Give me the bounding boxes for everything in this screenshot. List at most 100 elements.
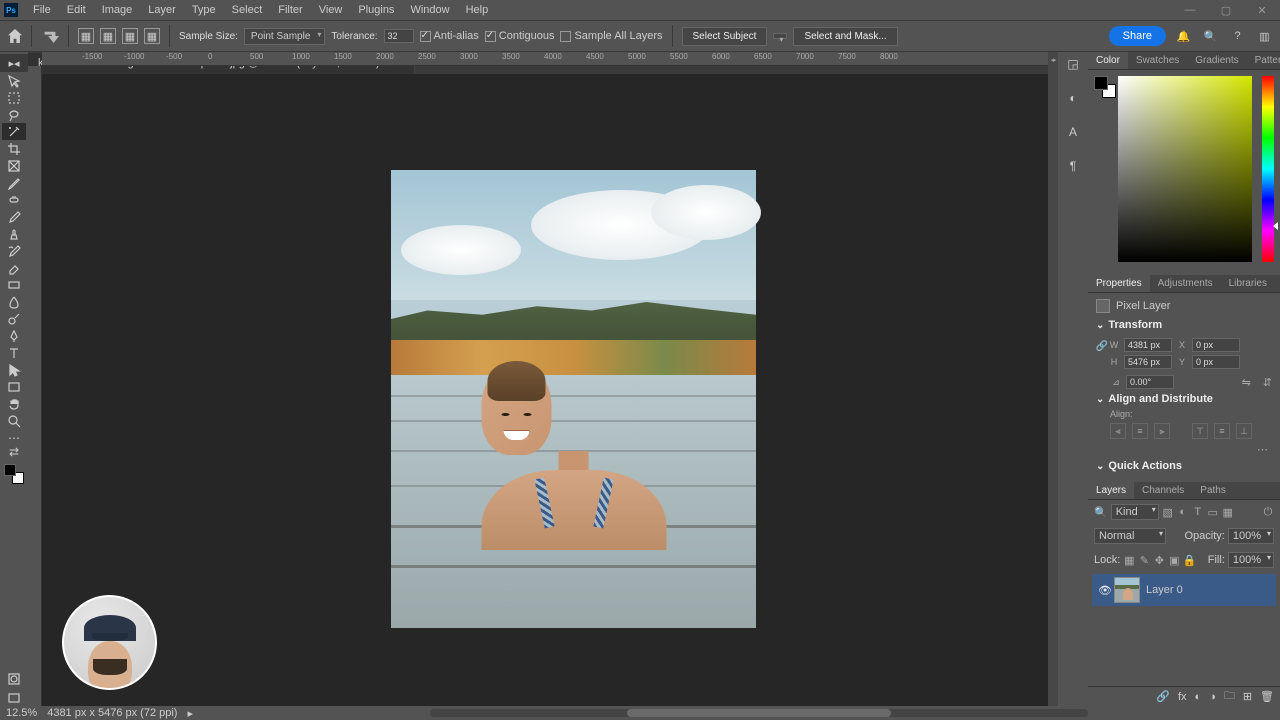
subtract-selection-icon[interactable]: ▦ bbox=[122, 28, 138, 44]
align-right-icon[interactable]: ⫸ bbox=[1154, 423, 1170, 439]
workspace-icon[interactable]: ▥ bbox=[1257, 29, 1272, 44]
history-brush-tool[interactable] bbox=[2, 242, 26, 259]
layer-thumbnail[interactable] bbox=[1114, 577, 1140, 603]
minimize-button[interactable]: — bbox=[1172, 0, 1208, 20]
tab-adjustments[interactable]: Adjustments bbox=[1150, 275, 1221, 292]
filter-pixel-icon[interactable]: ▧ bbox=[1162, 506, 1174, 518]
filter-adjust-icon[interactable]: ◐ bbox=[1177, 506, 1189, 518]
magic-wand-tool[interactable] bbox=[2, 123, 26, 140]
quick-mask-icon[interactable] bbox=[2, 670, 26, 687]
menu-plugins[interactable]: Plugins bbox=[351, 2, 401, 18]
menu-file[interactable]: File bbox=[26, 2, 58, 18]
canvas-area[interactable]: krisztian-toth-bAWgZ-mnHa8-unsplash.jpg … bbox=[28, 52, 1048, 706]
tab-patterns[interactable]: Patterns bbox=[1247, 52, 1280, 69]
link-layers-icon[interactable]: 🔗 bbox=[1156, 690, 1170, 703]
blur-tool[interactable] bbox=[2, 293, 26, 310]
tab-paths[interactable]: Paths bbox=[1192, 482, 1234, 499]
tab-swatches[interactable]: Swatches bbox=[1128, 52, 1187, 69]
fill-input[interactable]: 100% bbox=[1228, 552, 1274, 568]
color-picker-field[interactable] bbox=[1118, 76, 1252, 262]
menu-layer[interactable]: Layer bbox=[141, 2, 183, 18]
lock-pixels-icon[interactable]: ✎ bbox=[1138, 554, 1150, 566]
maximize-button[interactable]: ▢ bbox=[1208, 0, 1244, 20]
select-subject-button[interactable]: Select Subject bbox=[682, 27, 768, 46]
sample-size-dropdown[interactable]: Point Sample bbox=[244, 28, 325, 45]
eyedropper-tool[interactable] bbox=[2, 174, 26, 191]
tab-gradients[interactable]: Gradients bbox=[1187, 52, 1246, 69]
delete-layer-icon[interactable]: 🗑 bbox=[1260, 690, 1274, 703]
tab-properties[interactable]: Properties bbox=[1088, 275, 1150, 292]
type-tool[interactable] bbox=[2, 344, 26, 361]
layer-name[interactable]: Layer 0 bbox=[1146, 584, 1183, 596]
align-section-header[interactable]: Align and Distribute bbox=[1096, 393, 1272, 405]
layer-group-icon[interactable]: 🗀 bbox=[1224, 687, 1235, 706]
visibility-icon[interactable]: 👁 bbox=[1098, 584, 1110, 596]
toolbar-swap-icon[interactable]: ⇄ bbox=[2, 446, 26, 458]
frame-tool[interactable] bbox=[2, 157, 26, 174]
zoom-level[interactable]: 12.5% bbox=[6, 707, 37, 719]
screen-mode-icon[interactable] bbox=[2, 689, 26, 706]
lock-artboard-icon[interactable]: ▣ bbox=[1168, 554, 1180, 566]
quick-actions-header[interactable]: Quick Actions bbox=[1096, 460, 1272, 472]
new-layer-icon[interactable]: ⊞ bbox=[1243, 690, 1252, 703]
close-button[interactable]: ✕ bbox=[1244, 0, 1280, 20]
align-vcenter-icon[interactable]: ≡ bbox=[1214, 423, 1230, 439]
anti-alias-checkbox[interactable]: Anti-alias bbox=[420, 30, 479, 42]
foreground-background-colors[interactable] bbox=[4, 464, 24, 484]
menu-help[interactable]: Help bbox=[459, 2, 496, 18]
lock-all-icon[interactable]: 🔒 bbox=[1183, 554, 1195, 566]
width-input[interactable]: 4381 px bbox=[1124, 338, 1172, 352]
y-input[interactable]: 0 px bbox=[1192, 355, 1240, 369]
adjustment-layer-icon[interactable]: ◑ bbox=[1209, 691, 1216, 703]
align-more-icon[interactable]: ⋯ bbox=[1096, 443, 1268, 456]
gradient-tool[interactable] bbox=[2, 276, 26, 293]
new-selection-icon[interactable]: ▦ bbox=[78, 28, 94, 44]
wh-link-icon[interactable]: 🔗 bbox=[1096, 335, 1108, 357]
menu-select[interactable]: Select bbox=[225, 2, 270, 18]
tolerance-input[interactable]: 32 bbox=[384, 29, 414, 43]
brush-tool[interactable] bbox=[2, 208, 26, 225]
character-panel-icon[interactable]: A bbox=[1065, 124, 1081, 140]
intersect-selection-icon[interactable]: ▦ bbox=[144, 28, 160, 44]
menu-window[interactable]: Window bbox=[403, 2, 456, 18]
zoom-tool[interactable] bbox=[2, 412, 26, 429]
stamp-tool[interactable] bbox=[2, 225, 26, 242]
transform-section-header[interactable]: Transform bbox=[1096, 319, 1272, 331]
flip-h-icon[interactable]: ⇋ bbox=[1242, 376, 1251, 389]
filter-smart-icon[interactable]: ▦ bbox=[1222, 506, 1234, 518]
contiguous-checkbox[interactable]: Contiguous bbox=[485, 30, 555, 42]
hand-tool[interactable] bbox=[2, 395, 26, 412]
menu-edit[interactable]: Edit bbox=[60, 2, 93, 18]
eraser-tool[interactable] bbox=[2, 259, 26, 276]
search-icon[interactable]: 🔍 bbox=[1203, 29, 1218, 44]
align-bottom-icon[interactable]: ⊥ bbox=[1236, 423, 1252, 439]
menu-filter[interactable]: Filter bbox=[271, 2, 309, 18]
layer-fx-icon[interactable]: fx bbox=[1178, 691, 1187, 703]
flip-v-icon[interactable]: ⇵ bbox=[1263, 376, 1272, 389]
sample-all-layers-checkbox[interactable]: Sample All Layers bbox=[560, 30, 662, 42]
toolbar-more[interactable]: ⋯ bbox=[2, 429, 26, 446]
menu-type[interactable]: Type bbox=[185, 2, 223, 18]
horizontal-scrollbar[interactable] bbox=[430, 709, 1088, 717]
shape-tool[interactable] bbox=[2, 378, 26, 395]
pen-tool[interactable] bbox=[2, 327, 26, 344]
align-left-icon[interactable]: ⫷ bbox=[1110, 423, 1126, 439]
status-chevron-icon[interactable]: ▸ bbox=[187, 707, 193, 720]
add-selection-icon[interactable]: ▦ bbox=[100, 28, 116, 44]
lock-position-icon[interactable]: ✥ bbox=[1153, 554, 1165, 566]
share-button[interactable]: Share bbox=[1109, 26, 1166, 46]
select-subject-dropdown[interactable] bbox=[773, 33, 787, 39]
home-icon[interactable] bbox=[8, 29, 22, 43]
layer-mask-icon[interactable]: ◐ bbox=[1195, 691, 1202, 703]
notifications-icon[interactable]: 🔔 bbox=[1176, 29, 1191, 44]
dodge-tool[interactable] bbox=[2, 310, 26, 327]
history-panel-icon[interactable]: ◲ bbox=[1065, 56, 1081, 72]
x-input[interactable]: 0 px bbox=[1192, 338, 1240, 352]
layer-row-0[interactable]: 👁 Layer 0 bbox=[1092, 574, 1276, 606]
heal-tool[interactable] bbox=[2, 191, 26, 208]
select-and-mask-button[interactable]: Select and Mask... bbox=[793, 27, 897, 46]
tab-layers[interactable]: Layers bbox=[1088, 482, 1134, 499]
color-fgbg-swatch[interactable] bbox=[1094, 76, 1116, 98]
tab-color[interactable]: Color bbox=[1088, 52, 1128, 69]
tab-libraries[interactable]: Libraries bbox=[1221, 275, 1275, 292]
